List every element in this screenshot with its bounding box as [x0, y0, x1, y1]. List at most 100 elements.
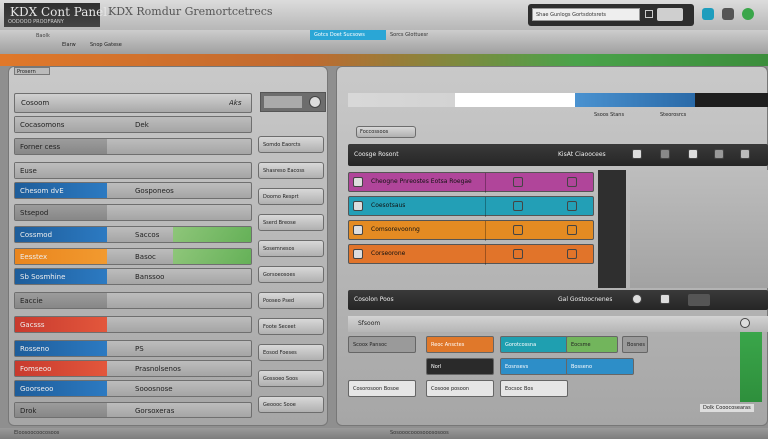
card-tool-icon[interactable]	[513, 201, 523, 211]
share-icon[interactable]	[702, 8, 714, 20]
left-row-value: Saccos	[135, 231, 160, 239]
left-side-button[interactable]: Geoooc Sooe	[258, 396, 324, 413]
right-progress-track	[348, 93, 768, 107]
left-row[interactable]: Eesstex Basoc	[14, 248, 252, 265]
tile[interactable]: Eocsme	[566, 336, 618, 353]
bell-icon[interactable]	[722, 8, 734, 20]
left-row[interactable]: Goorseoo Sooosnose	[14, 380, 252, 397]
left-side-button[interactable]: Eosod Foeses	[258, 344, 324, 361]
search-frame: Shae Gunlogs Gortsdotsrets	[528, 4, 694, 26]
left-row[interactable]: Fomseoo Prasnolsenos	[14, 360, 252, 377]
card-tool-icon[interactable]	[513, 225, 523, 235]
lock-icon[interactable]	[632, 149, 642, 159]
dark-header-title: Coosge Rosont	[354, 151, 399, 158]
left-row-value: Prasnolsenos	[135, 365, 181, 373]
left-side-button[interactable]: Sosemnesos	[258, 240, 324, 257]
left-row[interactable]: Cocasomons Dek	[14, 116, 252, 133]
status-left: Eloosoocoocosoos	[14, 430, 60, 436]
left-row[interactable]: Chesom dvE Gosponeos	[14, 182, 252, 199]
card-tool-icon[interactable]	[513, 249, 523, 259]
toggle-button[interactable]	[657, 8, 683, 21]
breadcrumb[interactable]: Foccossoos	[356, 126, 416, 138]
toggle-switch[interactable]	[688, 294, 710, 306]
left-row-label: Stsepod	[15, 205, 107, 220]
card-icon	[353, 177, 363, 187]
card-action-icon[interactable]	[567, 201, 577, 211]
left-side-button[interactable]: Gossoeo Soos	[258, 370, 324, 387]
left-row-value: Sooosnose	[135, 385, 173, 393]
action-card-label: Coesotsaus	[371, 202, 406, 209]
action-card[interactable]: Comsorevoonng	[348, 220, 594, 241]
tab-t2[interactable]: Elarw	[62, 42, 76, 48]
left-side-button[interactable]: Pooseo Psed	[258, 292, 324, 309]
tile[interactable]: Eocsoc Bos	[500, 380, 568, 397]
card-divider	[485, 245, 486, 265]
tile[interactable]: Bosseno	[566, 358, 634, 375]
tile[interactable]: Norl	[426, 358, 494, 375]
tile[interactable]: Eosnsevs	[500, 358, 568, 375]
left-side-toolbar	[260, 92, 326, 112]
left-search-row[interactable]: Cosoom Aks	[14, 93, 252, 113]
tab-t3[interactable]: Snop Gatese	[90, 42, 122, 48]
tile[interactable]: Cosooe posoon	[426, 380, 494, 397]
grid-icon[interactable]	[740, 149, 750, 159]
left-row-label: Euse	[15, 163, 107, 178]
chart-icon[interactable]	[714, 149, 724, 159]
left-side-button[interactable]: Sserd Breose	[258, 214, 324, 231]
left-search-label: Cosoom	[21, 99, 50, 107]
card-tool-icon[interactable]	[513, 177, 523, 187]
left-side-button[interactable]: Foote Seceet	[258, 318, 324, 335]
search-icon[interactable]	[309, 96, 321, 108]
tile[interactable]: Cosorosoon Bosoe	[348, 380, 416, 397]
side-toolbar-field[interactable]	[264, 96, 302, 108]
left-row-label: Chesom dvE	[15, 183, 107, 198]
dark-footer-title: Cosolon Poos	[354, 296, 394, 303]
right-tool-2[interactable]: Steorosrcs	[660, 112, 686, 118]
tab-active[interactable]: Gotcs Doet Sucsows	[310, 30, 386, 40]
left-row[interactable]: Forner cess	[14, 138, 252, 155]
tile[interactable]: Reoc Ansctes	[426, 336, 494, 353]
app-subtitle: OODOOO PROOFRANY	[8, 19, 64, 25]
left-row[interactable]: Stsepod	[14, 204, 252, 221]
sub-header-bar: Sfsoom	[348, 316, 768, 332]
action-card[interactable]: Coesotsaus	[348, 196, 594, 217]
tile[interactable]: Bosnes	[622, 336, 648, 353]
left-side-button[interactable]: Doomo Resprt	[258, 188, 324, 205]
settings-icon[interactable]	[740, 318, 750, 328]
left-row[interactable]: Sb Sosmhine Banssoo	[14, 268, 252, 285]
left-row[interactable]: Rosseno PS	[14, 340, 252, 357]
left-side-button[interactable]: Gorsoeosoes	[258, 266, 324, 283]
left-side-button[interactable]: Shasreso Eacoss	[258, 162, 324, 179]
card-side-column	[598, 170, 626, 288]
left-row[interactable]: Eaccie	[14, 292, 252, 309]
left-row-label: Drok	[15, 403, 107, 417]
tab-t5[interactable]: Sorcs Glottuesr	[390, 32, 428, 38]
footer-right: Dolk Cooocosearas	[700, 404, 754, 412]
left-row[interactable]: Cossmod Saccos	[14, 226, 252, 243]
action-card-label: Comsorevoonng	[371, 226, 420, 233]
tile[interactable]: Gorotcossna	[500, 336, 568, 353]
image-icon[interactable]	[660, 149, 670, 159]
person-icon[interactable]	[660, 294, 670, 304]
left-row[interactable]: Drok Gorsoxeras	[14, 402, 252, 418]
card-divider	[485, 197, 486, 217]
card-action-icon[interactable]	[567, 249, 577, 259]
card-icon	[353, 249, 363, 259]
search-input[interactable]: Shae Gunlogs Gortsdotsrets	[532, 8, 640, 21]
action-card-label: Corseorone	[371, 250, 406, 257]
action-card[interactable]: Corseorone	[348, 244, 594, 265]
tab-t1[interactable]: Baolk	[36, 33, 50, 39]
user-icon[interactable]	[742, 8, 754, 20]
clock-icon[interactable]	[632, 294, 642, 304]
card-action-icon[interactable]	[567, 177, 577, 187]
track-highlight	[455, 93, 575, 107]
right-tool-1[interactable]: Ssoos Stans	[594, 112, 624, 118]
document-icon[interactable]	[688, 149, 698, 159]
tile[interactable]: Scoox Pansoc	[348, 336, 416, 353]
left-side-button[interactable]: Somdo Eaorcts	[258, 136, 324, 153]
left-row[interactable]: Gacsss	[14, 316, 252, 333]
card-action-icon[interactable]	[567, 225, 577, 235]
action-card[interactable]: Cheogne Pnreostes Eotsa Roegae	[348, 172, 594, 193]
left-row[interactable]: Euse	[14, 162, 252, 179]
window-icon[interactable]	[645, 10, 653, 18]
